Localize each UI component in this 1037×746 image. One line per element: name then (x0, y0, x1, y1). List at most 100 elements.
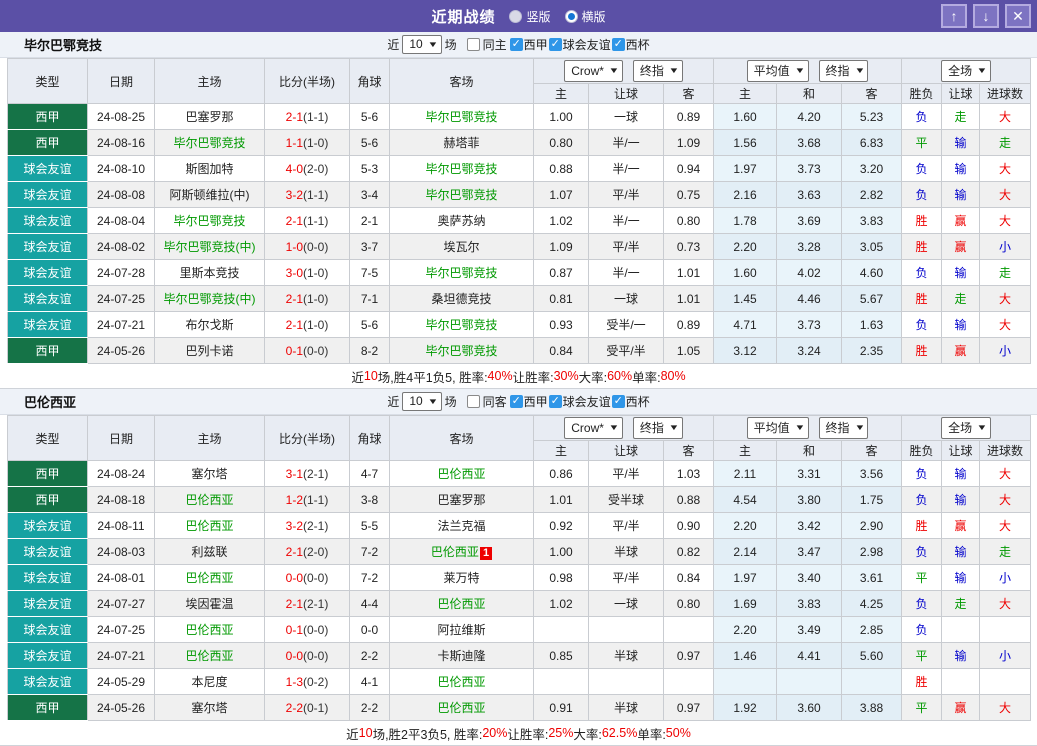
avg-draw: 3.28 (776, 233, 842, 260)
avg-draw: 3.69 (776, 207, 842, 234)
league-checkbox-label[interactable]: 西甲 (524, 36, 548, 53)
move-up-button[interactable]: ↑ (941, 4, 967, 28)
same-venue-label[interactable]: 同主 (483, 36, 507, 53)
odds-home: 0.88 (533, 155, 589, 182)
subcolumn-header: 主 (713, 83, 777, 104)
subcolumn-header: 进球数 (979, 440, 1032, 461)
odds-source-select[interactable]: Crow* ▼ (564, 417, 623, 439)
match-type-badge: 球会友谊 (7, 259, 88, 286)
match-row: 球会友谊 24-07-28 里斯本竞技 3-0(1-0) 7-5 毕尔巴鄂竞技 0.87 半/… (7, 259, 1032, 286)
odds-home: 0.85 (533, 642, 589, 669)
same-venue-checkbox[interactable] (466, 38, 480, 51)
summary-text: 80% (660, 369, 686, 383)
match-type-badge: 西甲 (7, 337, 88, 364)
league-checkbox-label[interactable]: 西甲 (524, 393, 548, 410)
match-type-badge: 西甲 (7, 460, 88, 487)
corner-score: 7-5 (349, 259, 390, 286)
move-down-button[interactable]: ↓ (973, 4, 999, 28)
scope-select[interactable]: 全场 ▼ (941, 417, 991, 439)
same-venue-label[interactable]: 同客 (483, 393, 507, 410)
match-type-badge: 球会友谊 (7, 512, 88, 539)
odds-away: 0.80 (663, 590, 714, 617)
match-score: 0-1(0-0) (264, 616, 350, 643)
results-table: 类型 日期 主场 比分(半场) 角球 客场 Crow* ▼ 终指 ▼ 平均值 ▼… (7, 58, 1032, 364)
league-checkbox[interactable] (509, 37, 523, 51)
league-checkbox[interactable] (548, 37, 562, 51)
avg-away: 2.85 (840, 616, 903, 643)
scope-select[interactable]: 全场 ▼ (941, 60, 991, 82)
result-group-header: 全场 ▼ (901, 58, 1032, 84)
avg-source-select[interactable]: 平均值 ▼ (746, 417, 809, 439)
avg-away: 4.25 (840, 590, 903, 617)
result-outcome: 平 (901, 642, 943, 669)
avg-time-select[interactable]: 终指 ▼ (818, 417, 869, 439)
radio-horizontal-icon[interactable] (564, 9, 578, 23)
result-goals: 大 (979, 486, 1032, 513)
away-team: 赫塔菲 (389, 129, 534, 156)
league-checkbox[interactable] (548, 394, 562, 408)
close-button[interactable]: ✕ (1005, 4, 1031, 28)
summary-text: 近 (346, 727, 359, 742)
match-date: 24-08-16 (87, 129, 155, 156)
match-date: 24-08-25 (87, 103, 155, 130)
radio-vertical-icon[interactable] (509, 9, 523, 23)
league-checkbox-label[interactable]: 西杯 (626, 393, 650, 410)
match-count-select[interactable]: 10 ▼ (402, 35, 442, 54)
match-date: 24-07-21 (87, 311, 155, 338)
result-goals: 走 (979, 259, 1032, 286)
away-team: 奥萨苏纳 (389, 207, 534, 234)
chevron-down-icon: ▼ (853, 423, 866, 432)
match-count-select[interactable]: 10 ▼ (402, 392, 442, 411)
chevron-down-icon: ▼ (608, 423, 620, 432)
odds-home: 1.02 (533, 590, 589, 617)
radio-horizontal-layout[interactable]: 横版 (564, 8, 606, 25)
same-venue-checkbox[interactable] (466, 395, 480, 408)
avg-home (713, 668, 777, 695)
match-row: 西甲 24-05-26 巴列卡诺 0-1(0-0) 8-2 毕尔巴鄂竞技 0.84 受平/半 1… (7, 337, 1032, 364)
match-score: 1-2(1-1) (264, 486, 350, 513)
result-outcome: 负 (901, 259, 943, 286)
corner-score: 2-1 (349, 207, 390, 234)
corner-score: 0-0 (349, 616, 390, 643)
league-checkbox-label[interactable]: 球会友谊 (563, 393, 611, 410)
odds-away: 0.88 (663, 486, 714, 513)
league-checkbox[interactable] (611, 394, 625, 408)
league-checkbox-label[interactable]: 西杯 (626, 36, 650, 53)
match-count-value: 10 (409, 394, 423, 408)
odds-source-select[interactable]: Crow* ▼ (564, 60, 623, 82)
match-row: 球会友谊 24-07-25 巴伦西亚 0-1(0-0) 0-0 阿拉维斯 2.20 3.49 2… (7, 616, 1032, 643)
league-checkbox[interactable] (611, 37, 625, 51)
avg-draw: 3.49 (776, 616, 842, 643)
avg-home: 3.12 (713, 337, 777, 364)
odds-home: 0.98 (533, 564, 589, 591)
avg-away: 5.23 (840, 103, 903, 130)
result-goals: 小 (979, 564, 1032, 591)
odds-away: 0.89 (663, 311, 714, 338)
match-type-badge: 西甲 (7, 486, 88, 513)
odds-time-select[interactable]: 终指 ▼ (632, 60, 683, 82)
home-team: 毕尔巴鄂竞技(中) (154, 233, 265, 260)
odds-home: 0.93 (533, 311, 589, 338)
match-date: 24-07-25 (87, 616, 155, 643)
match-score: 2-1(2-0) (264, 538, 350, 565)
away-team: 巴塞罗那 (389, 486, 534, 513)
radio-vertical-layout[interactable]: 竖版 (509, 8, 551, 25)
odds-away: 1.03 (663, 460, 714, 487)
home-team: 巴伦西亚 (154, 564, 265, 591)
summary-text: 25% (548, 726, 574, 740)
league-checkbox-label[interactable]: 球会友谊 (563, 36, 611, 53)
result-handicap: 输 (941, 564, 981, 591)
avg-time-select[interactable]: 终指 ▼ (818, 60, 869, 82)
summary-text: 60% (607, 369, 633, 383)
avg-source-select[interactable]: 平均值 ▼ (746, 60, 809, 82)
result-goals: 大 (979, 311, 1032, 338)
red-card-badge: 1 (479, 547, 493, 560)
subcolumn-header: 主 (533, 440, 589, 461)
games-label: 场 (444, 38, 457, 52)
odds-time-select[interactable]: 终指 ▼ (632, 417, 683, 439)
odds-away (663, 616, 714, 643)
away-team: 毕尔巴鄂竞技 (389, 181, 534, 208)
odds-home: 0.91 (533, 694, 589, 721)
league-checkbox[interactable] (509, 394, 523, 408)
result-handicap: 输 (941, 642, 981, 669)
